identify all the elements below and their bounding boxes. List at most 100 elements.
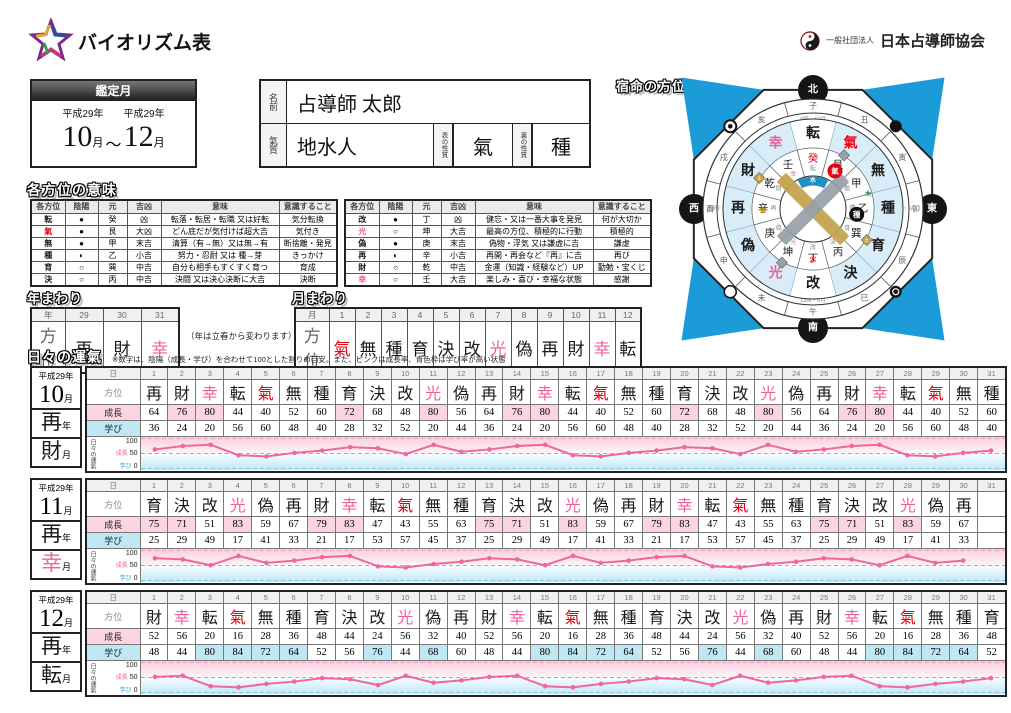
day-header-cell: 15 bbox=[531, 479, 559, 492]
direction-cell: 決 bbox=[838, 492, 866, 517]
learn-cell: 29 bbox=[168, 533, 196, 549]
cardinal-label: 南 bbox=[808, 321, 818, 334]
growth-cell: 67 bbox=[615, 517, 643, 533]
day-header-cell: 14 bbox=[503, 367, 531, 380]
day-header-cell: 18 bbox=[615, 367, 643, 380]
learn-cell: 28 bbox=[335, 421, 363, 437]
learn-cell: 17 bbox=[894, 533, 922, 549]
stem-sub-label: 育 bbox=[844, 224, 850, 232]
day-header-cell: 25 bbox=[810, 479, 838, 492]
direction-cell: 育 bbox=[335, 380, 363, 405]
day-header-cell: 30 bbox=[950, 591, 978, 604]
learn-cell: 68 bbox=[754, 645, 782, 661]
learn-cell: 56 bbox=[335, 645, 363, 661]
day-header-cell: 17 bbox=[587, 591, 615, 604]
association-header: 一般社団法人 日本占導師協会 bbox=[800, 30, 985, 51]
growth-cell: 75 bbox=[475, 517, 503, 533]
direction-meanings-left-table: 各方位陰陽元吉凶意味意識すること転●癸凶転落・転居・転職 又は好転気分転換氣●艮… bbox=[30, 199, 338, 287]
day-header-cell: 2 bbox=[168, 367, 196, 380]
meaning-gen-cell: 壬 bbox=[412, 273, 441, 286]
meaning-kikkyo-cell: 小吉 bbox=[441, 249, 475, 261]
month-cycle-title: 月まわり bbox=[292, 288, 348, 307]
name-label: 名前 bbox=[261, 81, 287, 123]
month-label-stack: 平成29年12月再年転月 bbox=[30, 590, 82, 697]
direction-cell: 光 bbox=[894, 492, 922, 517]
direction-cell: 財 bbox=[838, 380, 866, 405]
learn-row-label: 学び bbox=[86, 645, 140, 661]
day-header-cell: 20 bbox=[671, 479, 699, 492]
profile-box: 名前 占導師 太郎 氣質 地水人 表の性質 氣 裏の性質 種 bbox=[259, 79, 591, 168]
direction-cell: 無 bbox=[587, 604, 615, 629]
direction-cell: 改 bbox=[866, 492, 894, 517]
meaning-kikkyo-cell: 凶 bbox=[441, 213, 475, 225]
learn-cell: 56 bbox=[894, 421, 922, 437]
meaning-ishiki-cell: 気分転換 bbox=[279, 213, 337, 225]
meaning-ishiki-cell: 積極的 bbox=[593, 225, 651, 237]
direction-meanings-right-table: 各方位陰陽元吉凶意味意識すること改●丁凶健忘・又は一番大事を発見何が大切か光○坤… bbox=[344, 199, 652, 287]
day-header-cell: 29 bbox=[922, 479, 950, 492]
day-header-cell: 5 bbox=[252, 367, 280, 380]
day-header-cell: 26 bbox=[838, 479, 866, 492]
cycle-head-cell: 10 bbox=[563, 308, 589, 322]
meaning-kikkyo-cell: 小吉 bbox=[127, 249, 161, 261]
growth-cell: 48 bbox=[308, 629, 336, 645]
learn-cell: 20 bbox=[419, 421, 447, 437]
day-header-cell: 6 bbox=[280, 367, 308, 380]
cycle-head-cell: 4 bbox=[407, 308, 433, 322]
growth-cell: 36 bbox=[280, 629, 308, 645]
direction-cell bbox=[978, 492, 1006, 517]
learn-cell: 64 bbox=[950, 645, 978, 661]
direction-cell: 光 bbox=[726, 604, 754, 629]
growth-cell: 75 bbox=[140, 517, 168, 533]
learn-cell: 29 bbox=[838, 533, 866, 549]
phase-symbol bbox=[890, 286, 902, 298]
learn-cell: 84 bbox=[559, 645, 587, 661]
kishitsu-value: 地水人 bbox=[287, 124, 433, 166]
learn-cell: 32 bbox=[363, 421, 391, 437]
growth-cell: 83 bbox=[335, 517, 363, 533]
daily-fortune-note: ※数字は、陰陽（成長・学び）を合わせて100とした割りの目安。また、ピンクは成長… bbox=[112, 354, 506, 365]
day-row-label: 日 bbox=[86, 479, 140, 492]
learn-cell: 72 bbox=[587, 645, 615, 661]
learn-cell: 25 bbox=[475, 533, 503, 549]
meaning-imi-cell: 再開・再会など『再』に吉 bbox=[475, 249, 593, 261]
meaning-yinyang-cell: ○ bbox=[379, 261, 412, 273]
direction-cell: 決 bbox=[168, 492, 196, 517]
compass-direction-label: 偽 bbox=[740, 237, 755, 254]
meaning-dir-cell: 決 bbox=[31, 273, 65, 286]
learn-cell: 49 bbox=[196, 533, 224, 549]
meaning-imi-cell: 転落・転居・転職 又は好転 bbox=[161, 213, 279, 225]
direction-cell: 氣 bbox=[726, 492, 754, 517]
growth-cell: 44 bbox=[559, 405, 587, 421]
learn-cell: 57 bbox=[391, 533, 419, 549]
day-header-cell: 8 bbox=[335, 479, 363, 492]
compass-direction-label: 再 bbox=[731, 201, 745, 217]
direction-cell: 転 bbox=[196, 604, 224, 629]
learn-cell: 44 bbox=[391, 645, 419, 661]
direction-cell: 決 bbox=[363, 380, 391, 405]
learn-cell: 60 bbox=[587, 421, 615, 437]
learn-cell: 25 bbox=[140, 533, 168, 549]
association-type: 一般社団法人 bbox=[826, 35, 874, 46]
learn-cell: 44 bbox=[168, 645, 196, 661]
direction-cell: 財 bbox=[503, 380, 531, 405]
compass-direction-label: 幸 bbox=[769, 135, 783, 152]
daily-section-month-12: 平成29年12月再年転月日123456789101112131415161718… bbox=[30, 590, 1007, 697]
learn-cell: 60 bbox=[447, 645, 475, 661]
growth-cell: 83 bbox=[894, 517, 922, 533]
growth-cell: 32 bbox=[419, 629, 447, 645]
direction-cell: 偽 bbox=[447, 380, 475, 405]
growth-cell: 71 bbox=[503, 517, 531, 533]
ura-value: 種 bbox=[532, 124, 589, 166]
growth-cell: 72 bbox=[335, 405, 363, 421]
direction-cell: 再 bbox=[475, 380, 503, 405]
meaning-yinyang-cell: ● bbox=[65, 225, 98, 237]
growth-cell: 68 bbox=[363, 405, 391, 421]
day-header-cell: 25 bbox=[810, 367, 838, 380]
learn-cell: 41 bbox=[922, 533, 950, 549]
direction-cell: 育 bbox=[308, 604, 336, 629]
direction-cell: 偽 bbox=[252, 492, 280, 517]
growth-cell: 83 bbox=[671, 517, 699, 533]
taijitu-icon bbox=[800, 31, 820, 51]
growth-row-label: 成長 bbox=[86, 517, 140, 533]
